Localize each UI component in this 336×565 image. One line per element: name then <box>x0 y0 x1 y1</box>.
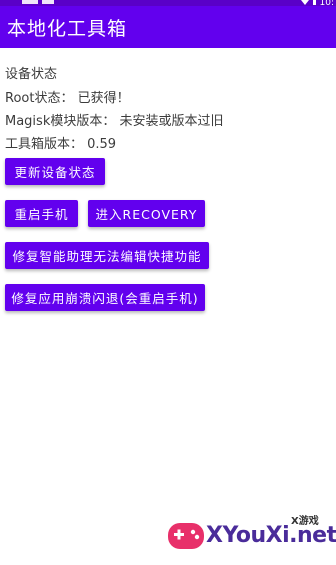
update-status-button[interactable]: 更新设备状态 <box>5 158 105 185</box>
magisk-version: Magisk模块版本： 未安装或版本过旧 <box>5 114 224 129</box>
notification-icons <box>22 0 38 4</box>
reboot-button[interactable]: 重启手机 <box>5 200 78 227</box>
app-bar: 本地化工具箱 <box>0 6 336 48</box>
fix-assistant-button[interactable]: 修复智能助理无法编辑快捷功能 <box>5 242 209 269</box>
app-title: 本地化工具箱 <box>7 17 128 40</box>
watermark-logo-icon <box>168 523 204 549</box>
enter-recovery-button[interactable]: 进入RECOVERY <box>88 200 205 227</box>
notification-icons-2 <box>42 0 54 4</box>
signal-icon <box>312 0 316 5</box>
watermark-text: XYouXi.net <box>206 523 336 548</box>
toolbox-version: 工具箱版本： 0.59 <box>5 137 117 152</box>
root-status: Root状态： 已获得！ <box>5 91 130 106</box>
wifi-icon <box>300 0 309 5</box>
device-status-heading: 设备状态 <box>5 67 58 82</box>
fix-crash-button[interactable]: 修复应用崩溃闪退(会重启手机) <box>5 284 205 311</box>
